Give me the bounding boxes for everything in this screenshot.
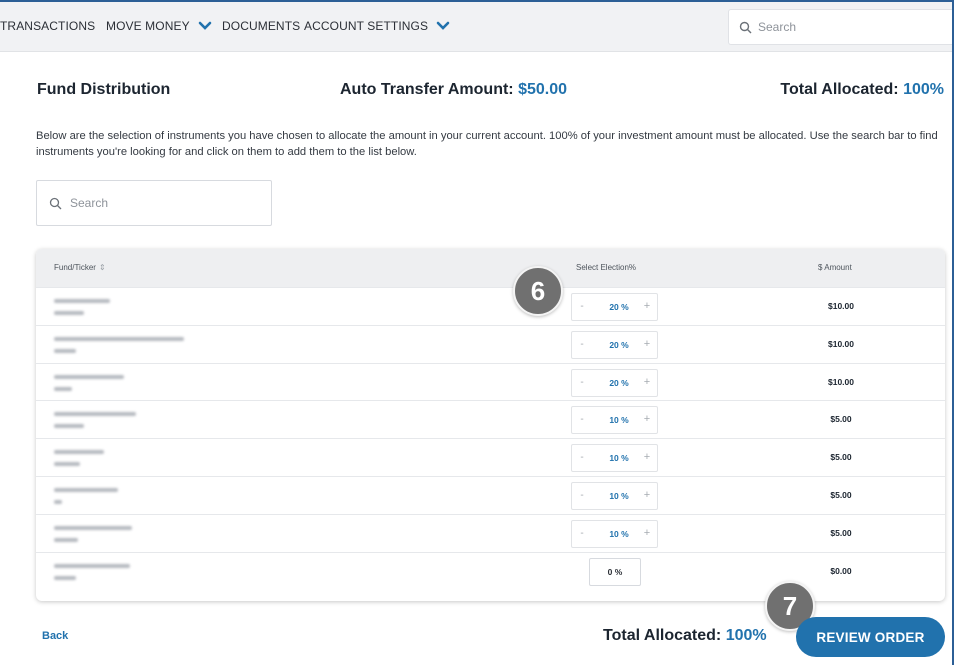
table-row: - 10 % + $5.00: [36, 400, 945, 438]
election-stepper: - 20 % +: [571, 330, 658, 359]
table-row: - 10 % + $5.00: [36, 513, 945, 552]
fund-name-redacted: [54, 371, 204, 395]
election-stepper: - 10 % +: [571, 406, 658, 435]
increment-button[interactable]: +: [641, 413, 653, 425]
auto-transfer-amount: Auto Transfer Amount: $50.00: [340, 81, 567, 99]
column-header-fund-label: Fund/Ticker: [54, 263, 96, 272]
column-header-fund[interactable]: Fund/Ticker ⇕: [54, 263, 106, 272]
election-value[interactable]: 20 %: [602, 340, 636, 350]
auto-transfer-label: Auto Transfer Amount:: [340, 81, 514, 98]
back-link[interactable]: Back: [42, 630, 68, 642]
step-6-badge: 6: [513, 266, 563, 316]
page-title: Fund Distribution: [37, 81, 171, 98]
sort-icon: ⇕: [98, 263, 106, 272]
fund-name-redacted: [54, 408, 204, 432]
review-order-button[interactable]: REVIEW ORDER: [796, 617, 945, 657]
total-allocated-value: 100%: [903, 81, 944, 98]
election-value[interactable]: 10 %: [602, 529, 636, 539]
column-header-election: Select Election%: [576, 263, 637, 272]
fund-search-input[interactable]: [70, 196, 260, 210]
instructions-text: Below are the selection of instruments y…: [36, 130, 938, 158]
election-value[interactable]: 20 %: [602, 302, 636, 312]
table-row: - 10 % + $5.00: [36, 476, 945, 514]
total-allocated-label: Total Allocated:: [780, 81, 899, 98]
table-row: 0 % $0.00: [36, 551, 945, 590]
chevron-down-icon: [436, 21, 450, 30]
nav-account-settings-label: ACCOUNT SETTINGS: [304, 19, 429, 33]
nav-move-money[interactable]: MOVE MONEY: [106, 19, 212, 33]
election-value[interactable]: 10 %: [602, 491, 636, 501]
decrement-button[interactable]: -: [576, 528, 588, 539]
increment-button[interactable]: +: [641, 300, 653, 312]
table-row: - 10 % + $5.00: [36, 438, 945, 476]
fund-name-redacted: [54, 522, 204, 546]
chevron-down-icon: [198, 21, 211, 30]
increment-button[interactable]: +: [641, 451, 653, 463]
fund-name-redacted: [54, 446, 204, 470]
search-icon: [49, 197, 62, 209]
amount-value: $10.00: [828, 301, 854, 311]
election-value[interactable]: 10 %: [602, 415, 636, 425]
fund-name-redacted: [54, 295, 204, 319]
decrement-button[interactable]: -: [576, 377, 588, 388]
nav-transactions[interactable]: TRANSACTIONS: [0, 19, 95, 33]
amount-value: $5.00: [830, 527, 852, 538]
amount-value: $5.00: [830, 414, 852, 425]
decrement-button[interactable]: -: [576, 452, 588, 463]
increment-button[interactable]: +: [641, 527, 653, 539]
fund-name-redacted: [54, 484, 204, 508]
election-stepper: - 20 % +: [571, 293, 658, 321]
fund-search-field[interactable]: [36, 180, 272, 226]
table-row: - 20 % + $10.00: [36, 287, 945, 325]
nav-search-field[interactable]: [728, 9, 952, 45]
decrement-button[interactable]: -: [576, 339, 588, 350]
auto-transfer-value: $50.00: [518, 81, 568, 98]
decrement-button[interactable]: -: [576, 301, 588, 312]
table-row: - 20 % + $10.00: [36, 324, 945, 363]
top-nav: TRANSACTIONS MOVE MONEY DOCUMENTS ACCOUN…: [0, 2, 952, 52]
election-stepper: - 10 % +: [571, 444, 658, 473]
nav-move-money-label: MOVE MONEY: [106, 19, 190, 33]
election-value: 0 %: [607, 566, 623, 577]
nav-transactions-label: TRANSACTIONS: [0, 19, 96, 33]
amount-value: $10.00: [828, 376, 854, 387]
allocation-table: Fund/Ticker ⇕ Select Election% $ Amount -…: [36, 249, 945, 601]
increment-button[interactable]: +: [641, 338, 653, 350]
decrement-button[interactable]: -: [576, 490, 588, 501]
table-row: - 20 % + $10.00: [36, 362, 945, 401]
nav-account-settings[interactable]: ACCOUNT SETTINGS: [304, 19, 450, 33]
election-stepper: - 10 % +: [571, 482, 658, 510]
nav-documents-label: DOCUMENTS: [222, 19, 301, 33]
election-stepper: - 10 % +: [571, 519, 658, 548]
fund-name-redacted: [54, 560, 204, 584]
election-stepper: - 20 % +: [571, 368, 658, 397]
amount-value: $10.00: [828, 338, 854, 349]
fund-name-redacted: [54, 333, 204, 357]
amount-value: $5.00: [830, 452, 852, 463]
footer-total-label: Total Allocated:: [603, 627, 722, 644]
increment-button[interactable]: +: [641, 489, 653, 501]
election-value[interactable]: 20 %: [602, 378, 636, 388]
election-value[interactable]: 10 %: [602, 453, 636, 463]
amount-value: $5.00: [830, 490, 852, 500]
column-header-amount: $ Amount: [818, 263, 852, 272]
search-icon: [739, 21, 752, 33]
nav-search-input[interactable]: [758, 20, 938, 34]
total-allocated-footer: Total Allocated: 100%: [603, 627, 767, 645]
election-input[interactable]: 0 %: [589, 557, 641, 586]
footer-total-value: 100%: [725, 627, 767, 644]
amount-value: $0.00: [830, 565, 852, 576]
total-allocated-header: Total Allocated: 100%: [780, 81, 944, 99]
decrement-button[interactable]: -: [576, 414, 588, 425]
increment-button[interactable]: +: [641, 376, 653, 388]
table-header: Fund/Ticker ⇕ Select Election% $ Amount: [36, 249, 945, 287]
nav-documents[interactable]: DOCUMENTS: [222, 19, 300, 33]
